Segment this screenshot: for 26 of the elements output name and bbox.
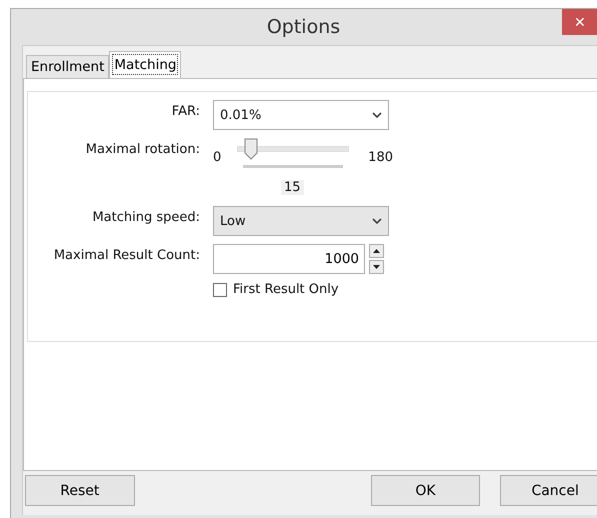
window-title: Options: [266, 16, 340, 38]
rotation-label: Maximal rotation:: [84, 141, 201, 157]
down-triangle-icon: [373, 265, 380, 269]
tab[interactable]: Matching: [109, 51, 182, 78]
dialog-button[interactable]: Cancel: [500, 475, 597, 506]
tab[interactable]: Enrollment: [26, 55, 110, 78]
slider-min: 0: [213, 150, 222, 165]
checkbox[interactable]: [213, 282, 227, 296]
speed-dropdown[interactable]: Low: [213, 206, 389, 236]
speed-label: Matching speed:: [91, 209, 201, 225]
result-count-label: Maximal Result Count:: [52, 247, 201, 263]
up-triangle-icon: [373, 249, 380, 253]
close-button[interactable]: ✕: [562, 9, 597, 35]
dialog-button[interactable]: OK: [370, 475, 480, 506]
chevron-down-icon: [372, 218, 382, 224]
spin-up-button[interactable]: [369, 244, 384, 258]
slider-value: 15: [281, 180, 304, 195]
slider-thumb[interactable]: [244, 138, 258, 160]
checkbox-label: First Result Only: [233, 282, 339, 297]
chevron-down-icon: [372, 112, 382, 118]
slider-max: 180: [368, 150, 393, 165]
spin-down-button[interactable]: [369, 260, 384, 274]
far-dropdown[interactable]: 0.01%: [213, 100, 389, 130]
result-count-field[interactable]: 1000: [213, 244, 365, 274]
dialog-button[interactable]: Reset: [25, 475, 135, 506]
far-label: FAR:: [170, 103, 201, 119]
